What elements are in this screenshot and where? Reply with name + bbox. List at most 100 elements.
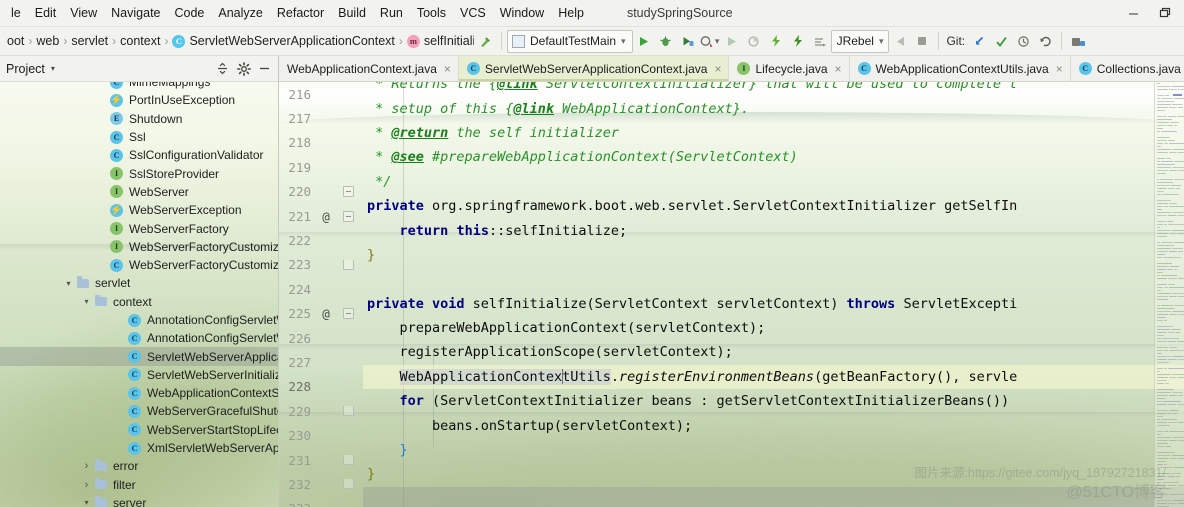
build-hammer-icon[interactable] xyxy=(474,30,496,52)
editor-tab[interactable]: CCollections.java× xyxy=(1071,56,1184,81)
close-icon[interactable]: × xyxy=(835,62,842,76)
update-project-icon[interactable] xyxy=(968,30,990,52)
menu-item-window[interactable]: Window xyxy=(493,3,551,23)
tree-item[interactable]: I WebServer xyxy=(0,183,278,201)
code-line[interactable]: * setup of this {@link WebApplicationCon… xyxy=(363,96,1184,120)
breadcrumb-item-context[interactable]: context xyxy=(117,34,163,48)
jrebel-run-icon[interactable] xyxy=(765,30,787,52)
jrebel-debug-icon[interactable] xyxy=(787,30,809,52)
breadcrumb-item-web[interactable]: web xyxy=(33,34,62,48)
fold-marker-icon[interactable] xyxy=(338,479,358,490)
attach-icon[interactable] xyxy=(809,30,831,52)
close-icon[interactable]: × xyxy=(444,62,451,76)
project-tree[interactable]: C MimeMappings ⚡ PortInUseException E Shutdow… xyxy=(0,82,278,507)
editor-tab[interactable]: WebApplicationContext.java × xyxy=(279,56,459,81)
code-line[interactable]: * @return the self initializer xyxy=(363,121,1184,145)
code-line[interactable]: WebApplicationContex tUtils. registerEnvir… xyxy=(363,364,1184,390)
fold-marker-icon[interactable] xyxy=(338,259,358,270)
editor-tab[interactable]: I Lifecycle.java × xyxy=(729,56,850,81)
tree-item[interactable]: I WebServerFactoryCustomizer xyxy=(0,238,278,256)
debug-icon[interactable] xyxy=(655,30,677,52)
code-text[interactable]: * Returns the {@link ServletContextIniti… xyxy=(363,82,1184,507)
tree-item[interactable]: ⚡ PortInUseException xyxy=(0,91,278,109)
tree-item[interactable]: C AnnotationConfigServletW xyxy=(0,311,278,329)
code-line[interactable]: for (ServletContextInitializer beans : g… xyxy=(363,389,1184,413)
chevron-right-icon[interactable]: › xyxy=(80,460,93,472)
run-with-coverage-icon[interactable] xyxy=(677,30,699,52)
attach-debugger-icon[interactable] xyxy=(889,30,911,52)
menu-item-vcs[interactable]: VCS xyxy=(453,3,493,23)
tree-item[interactable]: ⚡ WebServerException xyxy=(0,201,278,219)
menu-item-build[interactable]: Build xyxy=(331,3,373,23)
tree-item[interactable]: ▾ servlet xyxy=(0,274,278,292)
editor-tab[interactable]: C WebApplicationContextUtils.java × xyxy=(850,56,1071,81)
code-line[interactable]: * Returns the {@link ServletContextIniti… xyxy=(363,82,1184,96)
code-editor[interactable]: 216 217 218 219 220 221 @222 223 224 225 @226 227 22… xyxy=(279,82,1184,507)
tree-item[interactable]: E Shutdown xyxy=(0,110,278,128)
commit-icon[interactable] xyxy=(990,30,1012,52)
editor-tabs[interactable]: WebApplicationContext.java × C ServletWebSe… xyxy=(279,56,1184,82)
code-line[interactable]: private void selfInitialize(ServletConte… xyxy=(363,292,1184,316)
editor-gutter[interactable]: 216 217 218 219 220 221 @222 223 224 225 @226 227 22… xyxy=(279,82,363,507)
breadcrumb-item-servlet[interactable]: servlet xyxy=(68,34,111,48)
menu-item-analyze[interactable]: Analyze xyxy=(211,3,269,23)
stop-icon[interactable] xyxy=(911,30,933,52)
breadcrumb-item-servletwebserverapplicationcontext[interactable]: C ServletWebServerApplicationContext xyxy=(169,34,397,48)
tree-item[interactable]: C SslConfigurationValidator xyxy=(0,146,278,164)
tree-item[interactable]: C AnnotationConfigServletW xyxy=(0,329,278,347)
tree-item[interactable]: C WebServerFactoryCustomizerB xyxy=(0,256,278,274)
project-tree-scroll[interactable]: C MimeMappings ⚡ PortInUseException E Shutdow… xyxy=(0,82,278,507)
menu-item-navigate[interactable]: Navigate xyxy=(104,3,167,23)
minimize-button[interactable] xyxy=(1118,1,1148,25)
jrebel-selector[interactable]: JRebel ▾ xyxy=(830,29,890,53)
tree-item[interactable]: ▾ server xyxy=(0,494,278,507)
tree-item[interactable]: C ServletWebServerInitialized xyxy=(0,366,278,384)
code-line[interactable]: registerApplicationScope(servletContext)… xyxy=(363,340,1184,364)
code-line[interactable]: private org.springframework.boot.web.ser… xyxy=(363,194,1184,218)
tree-item[interactable]: C Ssl xyxy=(0,128,278,146)
menu-item-le[interactable]: le xyxy=(4,3,28,23)
chevron-down-icon[interactable]: ▾ xyxy=(62,279,75,288)
menu-item-tools[interactable]: Tools xyxy=(410,3,453,23)
profile-icon[interactable]: ▾ xyxy=(699,30,721,52)
chevron-right-icon[interactable]: › xyxy=(80,479,93,491)
menu-item-refactor[interactable]: Refactor xyxy=(270,3,331,23)
tree-item[interactable]: C WebServerStartStopLifecyc xyxy=(0,421,278,439)
annotation-marker-icon[interactable]: @ xyxy=(314,209,338,224)
breadcrumb-item-selfinitialize[interactable]: mselfInitialize xyxy=(404,34,474,48)
close-icon[interactable]: × xyxy=(1056,62,1063,76)
chevron-down-icon[interactable]: ▾ xyxy=(80,498,93,507)
fold-marker-icon[interactable] xyxy=(338,406,358,417)
tree-item[interactable]: C MimeMappings xyxy=(0,82,278,91)
code-line[interactable]: prepareWebApplicationContext(servletCont… xyxy=(363,316,1184,340)
menu-item-help[interactable]: Help xyxy=(551,3,591,23)
tree-item[interactable]: C ServletWebServerApplicati xyxy=(0,347,278,366)
fold-marker-icon[interactable] xyxy=(338,308,358,320)
code-line[interactable] xyxy=(363,267,1184,291)
code-line[interactable]: } xyxy=(363,438,1184,462)
tree-item[interactable]: C XmlServletWebServerAppl xyxy=(0,439,278,457)
run-configuration-selector[interactable]: DefaultTestMain ▾ xyxy=(507,29,633,53)
breadcrumb[interactable]: oot › web › servlet › context › C ServletWebServe… xyxy=(4,34,474,48)
menu-item-run[interactable]: Run xyxy=(373,3,410,23)
chevron-down-icon[interactable]: ▾ xyxy=(51,64,55,73)
code-line[interactable]: beans.onStartup(servletContext); xyxy=(363,413,1184,437)
history-icon[interactable] xyxy=(1012,30,1034,52)
menu-item-view[interactable]: View xyxy=(63,3,104,23)
tree-item[interactable]: ▾ context xyxy=(0,293,278,311)
tree-item[interactable]: I WebServerFactory xyxy=(0,219,278,237)
code-line[interactable] xyxy=(363,486,1184,507)
code-line[interactable]: */ xyxy=(363,170,1184,194)
editor-tab[interactable]: C ServletWebServerApplicationContext.java… xyxy=(458,56,730,81)
tree-item[interactable]: › filter xyxy=(0,476,278,494)
annotation-marker-icon[interactable]: @ xyxy=(314,306,338,321)
gear-icon[interactable] xyxy=(234,59,253,78)
collapse-all-icon[interactable] xyxy=(213,59,232,78)
fold-marker-icon[interactable] xyxy=(338,210,358,222)
rerun-icon[interactable] xyxy=(721,30,743,52)
coverage-icon[interactable] xyxy=(743,30,765,52)
code-line[interactable]: } xyxy=(363,462,1184,486)
fold-marker-icon[interactable] xyxy=(338,186,358,198)
code-line[interactable]: return this::selfInitialize; xyxy=(363,218,1184,242)
breadcrumb-item-oot[interactable]: oot xyxy=(4,34,27,48)
